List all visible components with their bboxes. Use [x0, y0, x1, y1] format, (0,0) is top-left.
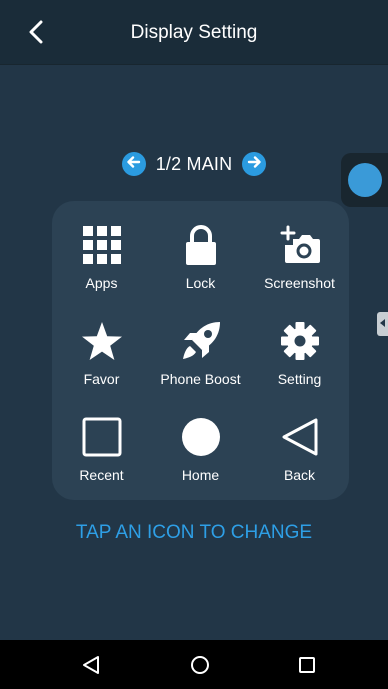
circle-icon — [179, 415, 223, 459]
page-indicator: 1/2 MAIN — [155, 153, 233, 174]
arrow-left-icon — [126, 155, 141, 173]
triangle-back-icon — [278, 415, 322, 459]
lock-icon — [179, 223, 223, 267]
shortcut-lock[interactable]: Lock — [151, 201, 250, 297]
shortcut-home[interactable]: Home — [151, 393, 250, 489]
shortcut-panel: Apps Lock Screenshot Favor Phone Boost S… — [52, 201, 349, 500]
shortcut-phone-boost[interactable]: Phone Boost — [151, 297, 250, 393]
floating-ball-icon — [347, 163, 382, 197]
arrow-right-icon — [247, 155, 262, 173]
shortcut-label: Phone Boost — [160, 371, 241, 387]
shortcut-label: Back — [283, 467, 316, 483]
apps-grid-icon — [80, 223, 124, 267]
shortcut-setting[interactable]: Setting — [250, 297, 349, 393]
gear-icon — [278, 319, 322, 363]
shortcut-label: Favor — [83, 371, 120, 387]
page-switcher: 1/2 MAIN — [0, 150, 388, 178]
shortcut-label: Apps — [85, 275, 118, 291]
floating-ball-preview[interactable] — [341, 153, 388, 207]
shortcut-label: Lock — [185, 275, 216, 291]
shortcut-favor[interactable]: Favor — [52, 297, 151, 393]
tap-to-change-hint: TAP AN ICON TO CHANGE — [75, 522, 313, 543]
next-page-button[interactable] — [242, 152, 267, 176]
screenshot-camera-icon — [278, 223, 322, 267]
shortcut-label: Setting — [277, 371, 322, 387]
system-nav-bar — [0, 640, 388, 689]
square-icon — [80, 415, 124, 459]
app-bar: Display Setting — [0, 0, 388, 65]
shortcut-label: Recent — [79, 467, 124, 483]
shortcut-back[interactable]: Back — [250, 393, 349, 489]
rocket-icon — [179, 319, 223, 363]
side-handle[interactable] — [377, 312, 388, 336]
nav-back-icon[interactable] — [76, 650, 106, 680]
nav-home-icon[interactable] — [185, 650, 215, 680]
shortcut-label: Home — [181, 467, 220, 483]
page-title: Display Setting — [130, 22, 258, 43]
prev-page-button[interactable] — [121, 152, 146, 176]
shortcut-label: Screenshot — [264, 275, 335, 291]
star-icon — [80, 319, 124, 363]
shortcut-apps[interactable]: Apps — [52, 201, 151, 297]
nav-recents-icon[interactable] — [292, 650, 322, 680]
shortcut-recent[interactable]: Recent — [52, 393, 151, 489]
chevron-left-small-icon — [379, 315, 386, 333]
shortcut-screenshot[interactable]: Screenshot — [250, 201, 349, 297]
